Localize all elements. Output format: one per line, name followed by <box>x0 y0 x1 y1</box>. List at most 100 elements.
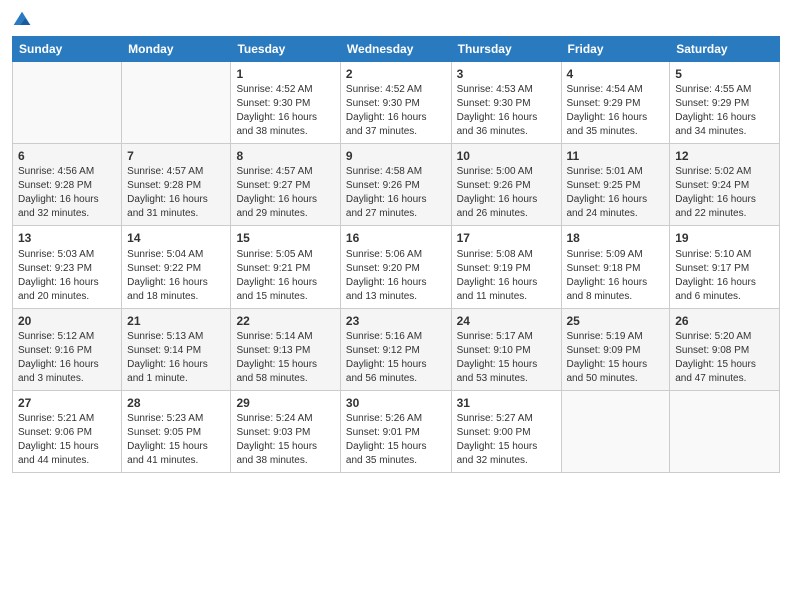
calendar-cell: 29Sunrise: 5:24 AM Sunset: 9:03 PM Dayli… <box>231 390 340 472</box>
day-info: Sunrise: 5:19 AM Sunset: 9:09 PM Dayligh… <box>567 330 665 386</box>
day-number: 22 <box>236 313 334 329</box>
day-number: 3 <box>457 66 556 82</box>
day-number: 20 <box>18 313 116 329</box>
calendar-week-row: 13 Sunrise: 5:03 AM Sunset: 9:23 PM Dayli… <box>13 226 780 308</box>
calendar-cell: 8Sunrise: 4:57 AM Sunset: 9:27 PM Daylig… <box>231 144 340 226</box>
day-info: Sunrise: 5:04 AM Sunset: 9:22 PM Dayligh… <box>127 248 225 304</box>
calendar-cell: 16Sunrise: 5:06 AM Sunset: 9:20 PM Dayli… <box>340 226 451 308</box>
day-info: Sunrise: 5:26 AM Sunset: 9:01 PM Dayligh… <box>346 412 446 468</box>
day-info: Sunrise: 5:05 AM Sunset: 9:21 PM Dayligh… <box>236 248 334 304</box>
calendar-cell: 10Sunrise: 5:00 AM Sunset: 9:26 PM Dayli… <box>451 144 561 226</box>
calendar-cell: 13 Sunrise: 5:03 AM Sunset: 9:23 PM Dayli… <box>13 226 122 308</box>
day-number: 17 <box>457 230 556 246</box>
day-info: Sunrise: 5:10 AM Sunset: 9:17 PM Dayligh… <box>675 248 774 304</box>
calendar-cell: 21Sunrise: 5:13 AM Sunset: 9:14 PM Dayli… <box>122 308 231 390</box>
calendar-table: SundayMondayTuesdayWednesdayThursdayFrid… <box>12 36 780 473</box>
day-info: Sunrise: 5:17 AM Sunset: 9:10 PM Dayligh… <box>457 330 556 386</box>
calendar-cell <box>670 390 780 472</box>
calendar-cell: 30Sunrise: 5:26 AM Sunset: 9:01 PM Dayli… <box>340 390 451 472</box>
calendar-cell <box>122 62 231 144</box>
logo <box>12 10 36 30</box>
calendar-cell: 12Sunrise: 5:02 AM Sunset: 9:24 PM Dayli… <box>670 144 780 226</box>
day-info: Sunrise: 5:03 AM Sunset: 9:23 PM Dayligh… <box>18 248 116 304</box>
day-number: 15 <box>236 230 334 246</box>
calendar-cell: 20Sunrise: 5:12 AM Sunset: 9:16 PM Dayli… <box>13 308 122 390</box>
calendar-cell: 9Sunrise: 4:58 AM Sunset: 9:26 PM Daylig… <box>340 144 451 226</box>
calendar-cell: 11Sunrise: 5:01 AM Sunset: 9:25 PM Dayli… <box>561 144 670 226</box>
day-number: 10 <box>457 148 556 164</box>
day-info: Sunrise: 4:57 AM Sunset: 9:27 PM Dayligh… <box>236 165 334 221</box>
day-info: Sunrise: 5:02 AM Sunset: 9:24 PM Dayligh… <box>675 165 774 221</box>
day-number: 21 <box>127 313 225 329</box>
calendar-cell <box>13 62 122 144</box>
day-number: 27 <box>18 395 116 411</box>
header <box>12 10 780 30</box>
calendar-cell: 28Sunrise: 5:23 AM Sunset: 9:05 PM Dayli… <box>122 390 231 472</box>
weekday-header: Friday <box>561 37 670 62</box>
day-number: 5 <box>675 66 774 82</box>
calendar-cell: 14 Sunrise: 5:04 AM Sunset: 9:22 PM Dayli… <box>122 226 231 308</box>
day-info: Sunrise: 4:53 AM Sunset: 9:30 PM Dayligh… <box>457 83 556 139</box>
weekday-header: Thursday <box>451 37 561 62</box>
day-number: 23 <box>346 313 446 329</box>
day-info: Sunrise: 5:00 AM Sunset: 9:26 PM Dayligh… <box>457 165 556 221</box>
calendar-cell: 1Sunrise: 4:52 AM Sunset: 9:30 PM Daylig… <box>231 62 340 144</box>
day-info: Sunrise: 4:52 AM Sunset: 9:30 PM Dayligh… <box>346 83 446 139</box>
day-number: 13 <box>18 230 116 246</box>
logo-icon <box>12 10 32 30</box>
day-number: 31 <box>457 395 556 411</box>
day-info: Sunrise: 5:08 AM Sunset: 9:19 PM Dayligh… <box>457 248 556 304</box>
calendar-cell: 6Sunrise: 4:56 AM Sunset: 9:28 PM Daylig… <box>13 144 122 226</box>
weekday-header: Tuesday <box>231 37 340 62</box>
day-info: Sunrise: 5:09 AM Sunset: 9:18 PM Dayligh… <box>567 248 665 304</box>
day-info: Sunrise: 5:12 AM Sunset: 9:16 PM Dayligh… <box>18 330 116 386</box>
calendar-cell: 31Sunrise: 5:27 AM Sunset: 9:00 PM Dayli… <box>451 390 561 472</box>
calendar-cell: 23Sunrise: 5:16 AM Sunset: 9:12 PM Dayli… <box>340 308 451 390</box>
day-number: 26 <box>675 313 774 329</box>
day-info: Sunrise: 4:54 AM Sunset: 9:29 PM Dayligh… <box>567 83 665 139</box>
calendar-week-row: 6Sunrise: 4:56 AM Sunset: 9:28 PM Daylig… <box>13 144 780 226</box>
day-number: 24 <box>457 313 556 329</box>
day-number: 7 <box>127 148 225 164</box>
day-info: Sunrise: 5:24 AM Sunset: 9:03 PM Dayligh… <box>236 412 334 468</box>
day-info: Sunrise: 4:55 AM Sunset: 9:29 PM Dayligh… <box>675 83 774 139</box>
calendar-cell: 18Sunrise: 5:09 AM Sunset: 9:18 PM Dayli… <box>561 226 670 308</box>
day-number: 14 <box>127 230 225 246</box>
day-info: Sunrise: 5:01 AM Sunset: 9:25 PM Dayligh… <box>567 165 665 221</box>
calendar-week-row: 20Sunrise: 5:12 AM Sunset: 9:16 PM Dayli… <box>13 308 780 390</box>
day-number: 4 <box>567 66 665 82</box>
day-info: Sunrise: 5:21 AM Sunset: 9:06 PM Dayligh… <box>18 412 116 468</box>
day-number: 11 <box>567 148 665 164</box>
weekday-header: Saturday <box>670 37 780 62</box>
weekday-header: Wednesday <box>340 37 451 62</box>
day-number: 28 <box>127 395 225 411</box>
day-info: Sunrise: 5:20 AM Sunset: 9:08 PM Dayligh… <box>675 330 774 386</box>
day-number: 25 <box>567 313 665 329</box>
calendar-cell: 17 Sunrise: 5:08 AM Sunset: 9:19 PM Dayli… <box>451 226 561 308</box>
calendar-cell: 3Sunrise: 4:53 AM Sunset: 9:30 PM Daylig… <box>451 62 561 144</box>
calendar-cell: 27Sunrise: 5:21 AM Sunset: 9:06 PM Dayli… <box>13 390 122 472</box>
day-info: Sunrise: 5:06 AM Sunset: 9:20 PM Dayligh… <box>346 248 446 304</box>
day-number: 1 <box>236 66 334 82</box>
day-info: Sunrise: 4:58 AM Sunset: 9:26 PM Dayligh… <box>346 165 446 221</box>
calendar-cell: 15 Sunrise: 5:05 AM Sunset: 9:21 PM Dayli… <box>231 226 340 308</box>
calendar-cell: 24Sunrise: 5:17 AM Sunset: 9:10 PM Dayli… <box>451 308 561 390</box>
day-info: Sunrise: 5:13 AM Sunset: 9:14 PM Dayligh… <box>127 330 225 386</box>
calendar-cell: 22Sunrise: 5:14 AM Sunset: 9:13 PM Dayli… <box>231 308 340 390</box>
day-number: 30 <box>346 395 446 411</box>
calendar-cell: 4Sunrise: 4:54 AM Sunset: 9:29 PM Daylig… <box>561 62 670 144</box>
page-container: SundayMondayTuesdayWednesdayThursdayFrid… <box>0 0 792 481</box>
day-number: 2 <box>346 66 446 82</box>
day-number: 19 <box>675 230 774 246</box>
calendar-cell: 19 Sunrise: 5:10 AM Sunset: 9:17 PM Dayli… <box>670 226 780 308</box>
calendar-week-row: 27Sunrise: 5:21 AM Sunset: 9:06 PM Dayli… <box>13 390 780 472</box>
weekday-header: Monday <box>122 37 231 62</box>
day-info: Sunrise: 5:27 AM Sunset: 9:00 PM Dayligh… <box>457 412 556 468</box>
weekday-header-row: SundayMondayTuesdayWednesdayThursdayFrid… <box>13 37 780 62</box>
calendar-week-row: 1 Sunrise: 4:52 AM Sunset: 9:30 PM Daylig… <box>13 62 780 144</box>
day-info: Sunrise: 5:16 AM Sunset: 9:12 PM Dayligh… <box>346 330 446 386</box>
day-info: Sunrise: 4:56 AM Sunset: 9:28 PM Dayligh… <box>18 165 116 221</box>
day-number: 9 <box>346 148 446 164</box>
calendar-cell <box>561 390 670 472</box>
day-info: Sunrise: 5:23 AM Sunset: 9:05 PM Dayligh… <box>127 412 225 468</box>
